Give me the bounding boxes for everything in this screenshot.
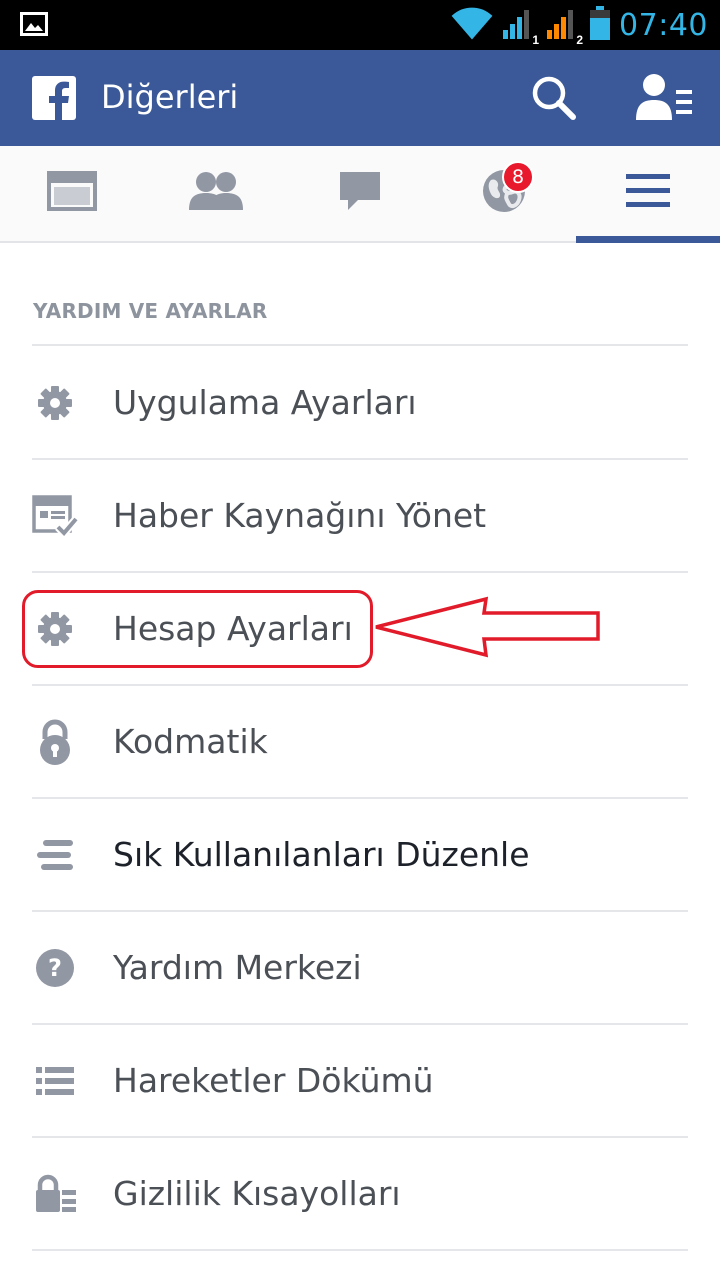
privacy-shortcut-icon — [32, 1171, 78, 1217]
section-header: YARDIM VE AYARLAR — [33, 299, 268, 323]
app-header: Diğerleri — [0, 50, 720, 146]
edit-list-icon — [32, 832, 78, 878]
news-feed-icon — [47, 171, 97, 216]
divider — [32, 344, 688, 346]
tab-bar — [0, 146, 720, 243]
tab-friend-requests[interactable] — [144, 146, 288, 241]
friend-requests-button[interactable] — [634, 72, 694, 124]
facebook-logo-icon — [32, 76, 76, 120]
annotation-arrow-icon — [372, 596, 604, 663]
activity-log-icon — [32, 1058, 78, 1104]
menu-item-activity-log[interactable]: Hareketler Dökümü — [0, 1025, 720, 1136]
menu-item-help-center[interactable]: ? Yardım Merkezi — [0, 912, 720, 1023]
menu-item-label: Kodmatik — [113, 722, 268, 761]
search-icon — [530, 76, 578, 126]
tab-messages[interactable] — [288, 146, 432, 241]
status-bar: 1 2 07:40 — [0, 0, 720, 50]
lock-icon — [32, 719, 78, 765]
help-icon: ? — [32, 945, 78, 991]
svg-text:?: ? — [48, 954, 62, 982]
clock: 07:40 — [619, 7, 708, 43]
tab-notifications[interactable] — [432, 146, 576, 241]
signal-sim2-icon: 2 — [545, 6, 584, 47]
image-notification-icon — [20, 12, 48, 41]
annotation-highlight-box — [22, 590, 373, 668]
menu-item-label: Gizlilik Kısayolları — [113, 1174, 401, 1213]
tab-more[interactable] — [576, 146, 720, 243]
menu-item-label: Yardım Merkezi — [113, 948, 362, 987]
sim2-label: 2 — [576, 32, 584, 47]
signal-sim1-icon: 1 — [501, 6, 540, 47]
menu-item-app-settings[interactable]: Uygulama Ayarları — [0, 347, 720, 458]
divider — [32, 1249, 688, 1251]
menu-item-label: Uygulama Ayarları — [113, 383, 417, 422]
menu-item-manage-news-feed[interactable]: Haber Kaynağını Yönet — [0, 460, 720, 571]
battery-icon — [589, 5, 611, 46]
page-title: Diğerleri — [101, 78, 239, 116]
notifications-badge: 8 — [502, 161, 534, 193]
search-button[interactable] — [530, 74, 578, 122]
gear-icon — [32, 380, 78, 426]
friend-request-icon — [634, 74, 694, 128]
menu-item-label: Hareketler Dökümü — [113, 1061, 434, 1100]
menu-item-privacy-shortcuts[interactable]: Gizlilik Kısayolları — [0, 1138, 720, 1249]
more-menu-icon — [626, 174, 670, 213]
news-feed-manage-icon — [32, 493, 78, 539]
menu-item-label: Sık Kullanılanları Düzenle — [113, 835, 530, 874]
friend-requests-icon — [188, 170, 244, 217]
sim1-label: 1 — [532, 32, 540, 47]
menu-item-code-generator[interactable]: Kodmatik — [0, 686, 720, 797]
tab-news-feed[interactable] — [0, 146, 144, 241]
wifi-icon — [451, 6, 493, 45]
menu-item-label: Haber Kaynağını Yönet — [113, 496, 487, 535]
menu-item-edit-favorites[interactable]: Sık Kullanılanları Düzenle — [0, 799, 720, 910]
messages-icon — [338, 170, 382, 217]
